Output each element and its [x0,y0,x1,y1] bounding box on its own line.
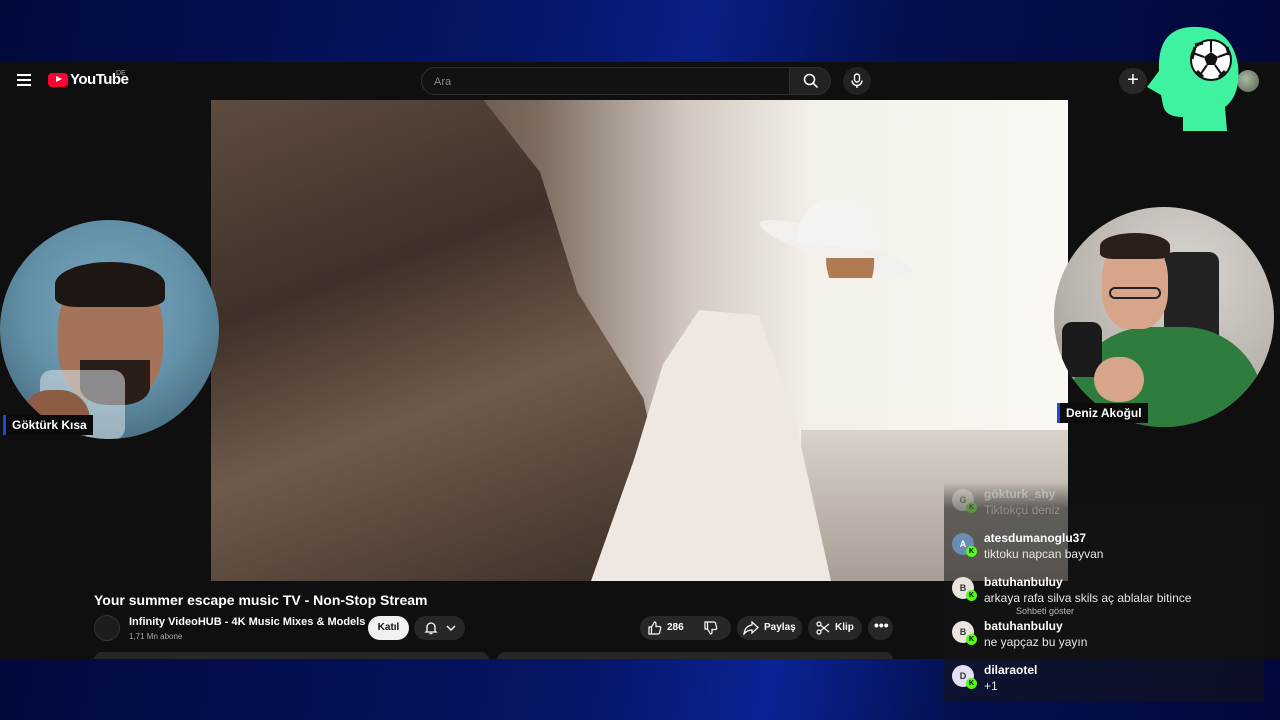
subscriber-count: 1,71 Mn abone [129,632,183,641]
webcam-glasses [1109,287,1161,299]
clip-label: Klip [835,622,854,633]
search-button[interactable] [789,67,831,95]
webcam-hair [55,262,165,307]
chat-overlay: G K gökturk_shy Tiktokçu deniz A K atesd… [944,482,1264,702]
search-icon [803,73,819,89]
chat-text: arkaya rafa silva skils aç ablalar bitin… [984,591,1192,605]
microphone-icon [851,73,863,88]
chat-text: Tiktokçu deniz [984,503,1061,517]
bell-icon [424,622,438,635]
share-button[interactable]: Paylaş [737,616,802,640]
chevron-down-icon [446,625,456,631]
clip-button[interactable]: Klip [808,616,862,640]
chat-text: ne yapçaz bu yayın [984,635,1088,649]
streamer-name-right: Deniz Akoğul [1057,403,1148,423]
kick-badge-icon: K [966,678,977,689]
overlay-background-top [0,0,1280,62]
plus-icon: + [1127,69,1139,91]
channel-avatar[interactable] [94,615,120,641]
chat-text: tiktoku napcan bayvan [984,547,1104,561]
dislike-icon[interactable] [704,621,718,635]
chat-username: batuhanbuluy [984,575,1063,589]
join-button[interactable]: Katıl [368,616,409,640]
webcam-hair [1100,233,1170,259]
chat-text: +1 [984,679,998,693]
streamer-webcam-left [0,220,219,439]
youtube-play-icon [48,72,68,87]
video-title: Your summer escape music TV - Non-Stop S… [94,592,428,608]
chat-username: dilaraotel [984,663,1038,677]
brand-head-football-logo [1147,26,1239,131]
description-card[interactable] [497,652,893,659]
video-player[interactable] [211,100,1068,581]
search-input[interactable] [432,68,776,96]
video-frame-rock [211,100,681,581]
menu-icon[interactable] [17,74,31,86]
show-chat-button[interactable]: Sohbeti göster [1016,606,1074,616]
like-dislike-group: 286 [640,616,731,640]
search-box [421,67,791,96]
youtube-logo[interactable]: YouTube DE [48,70,129,88]
chat-username: gökturk_shy [984,487,1056,501]
chat-username: atesdumanoglu37 [984,531,1087,545]
notification-button[interactable] [414,616,465,640]
description-card[interactable] [94,652,489,659]
voice-search-button[interactable] [843,67,871,95]
kick-badge-icon: K [966,502,977,513]
video-frame-hat [759,196,913,278]
like-icon[interactable] [648,621,662,635]
more-icon: ••• [874,617,889,633]
share-label: Paylaş [764,622,796,633]
share-icon [743,621,759,635]
channel-name[interactable]: Infinity VideoHUB - 4K Music Mixes & Mod… [129,616,365,628]
country-code: DE [116,70,126,77]
scissors-icon [816,621,830,635]
kick-badge-icon: K [966,634,977,645]
streamer-webcam-right [1054,207,1274,427]
like-count[interactable]: 286 [667,616,684,640]
streamer-name-left: Göktürk Kısa [3,415,93,435]
chat-username: batuhanbuluy [984,619,1063,633]
kick-badge-icon: K [966,590,977,601]
more-actions-button[interactable]: ••• [868,616,893,640]
kick-badge-icon: K [966,546,977,557]
webcam-hand [1094,357,1144,402]
masthead: YouTube DE + [0,62,1280,100]
